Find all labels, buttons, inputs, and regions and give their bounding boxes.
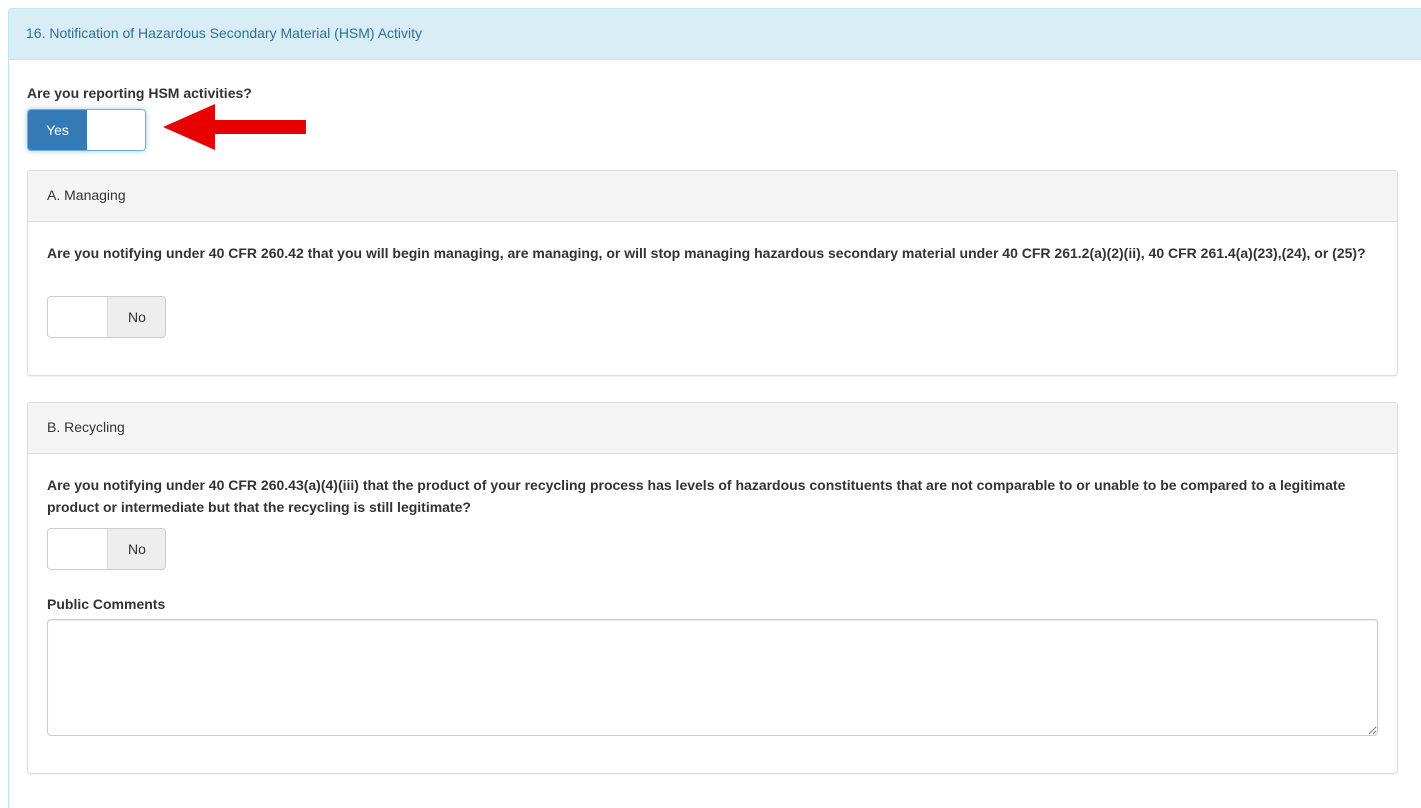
- recycling-toggle[interactable]: No: [47, 528, 166, 570]
- public-comments-textarea[interactable]: [47, 619, 1378, 736]
- hsm-activities-toggle[interactable]: Yes: [27, 109, 146, 151]
- red-arrow-left-icon: [163, 104, 306, 150]
- toggle-handle: [48, 529, 107, 569]
- toggle-no-label: No: [107, 297, 165, 337]
- recycling-question-label: Are you notifying under 40 CFR 260.43(a)…: [47, 477, 1346, 515]
- managing-question-label: Are you notifying under 40 CFR 260.42 th…: [47, 245, 1366, 261]
- hsm-question-label: Are you reporting HSM activities?: [27, 85, 252, 101]
- managing-title: A. Managing: [28, 171, 1397, 222]
- managing-toggle[interactable]: No: [47, 296, 166, 338]
- toggle-no-label: No: [107, 529, 165, 569]
- public-comments-label: Public Comments: [47, 596, 166, 612]
- managing-panel: A. Managing Are you notifying under 40 C…: [27, 170, 1398, 376]
- section-title: 16. Notification of Hazardous Secondary …: [9, 9, 1421, 60]
- toggle-yes-label: Yes: [28, 110, 87, 150]
- recycling-panel: B. Recycling Are you notifying under 40 …: [27, 402, 1398, 774]
- toggle-handle: [48, 297, 107, 337]
- recycling-title: B. Recycling: [28, 403, 1397, 454]
- toggle-handle: [87, 110, 145, 150]
